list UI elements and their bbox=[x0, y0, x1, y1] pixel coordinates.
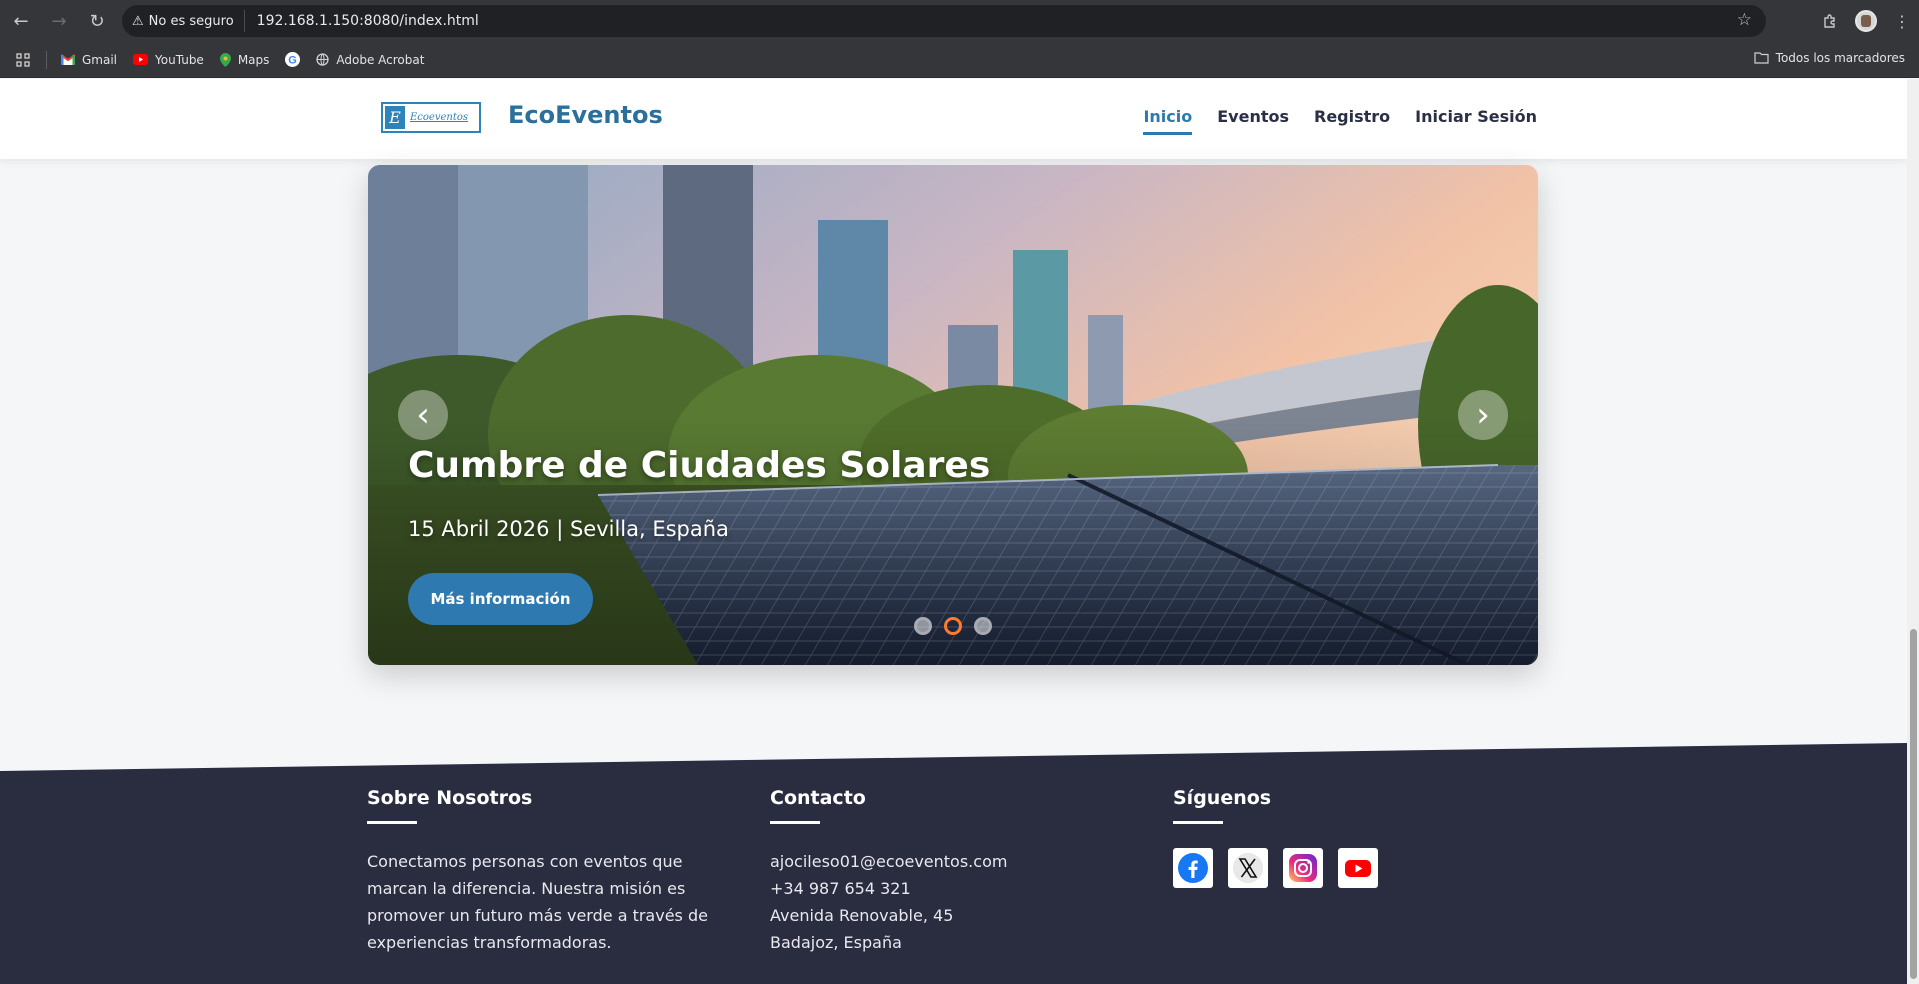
x-twitter-icon[interactable] bbox=[1228, 848, 1268, 888]
carousel-next-button[interactable]: › bbox=[1458, 390, 1508, 440]
footer-about-title: Sobre Nosotros bbox=[367, 787, 533, 809]
footer-contact: Contacto ajocileso01@ecoeventos.com +34 … bbox=[770, 787, 1130, 956]
footer-divider bbox=[770, 821, 820, 824]
menu-icon[interactable]: ⋮ bbox=[1885, 4, 1919, 38]
carousel-dot-1[interactable] bbox=[914, 617, 932, 635]
nav-iniciar-sesion[interactable]: Iniciar Sesión bbox=[1415, 107, 1537, 135]
all-bookmarks-label: Todos los marcadores bbox=[1775, 51, 1905, 65]
footer-contact-title: Contacto bbox=[770, 787, 866, 809]
hero-subtitle: 15 Abril 2026 | Sevilla, España bbox=[408, 517, 729, 541]
forward-button[interactable]: → bbox=[42, 4, 76, 38]
hero-title: Cumbre de Ciudades Solares bbox=[408, 445, 991, 486]
hero-carousel: ‹ › Cumbre de Ciudades Solares 15 Abril … bbox=[368, 165, 1538, 665]
bookmarks-bar: Gmail YouTube Maps G Adobe Acrobat Todos… bbox=[0, 42, 1919, 78]
bookmark-label: Gmail bbox=[82, 52, 118, 67]
nav-registro[interactable]: Registro bbox=[1314, 107, 1390, 135]
globe-icon bbox=[316, 53, 330, 66]
contact-phone: +34 987 654 321 bbox=[770, 879, 911, 898]
url-text[interactable]: 192.168.1.150:8080/index.html bbox=[257, 13, 479, 29]
site-header: E Ecoeventos EcoEventos Inicio Eventos R… bbox=[0, 79, 1907, 159]
footer-social-title: Síguenos bbox=[1173, 787, 1272, 809]
scrollbar-thumb[interactable] bbox=[1910, 629, 1917, 979]
address-bar[interactable]: ⚠ No es seguro 192.168.1.150:8080/index.… bbox=[122, 5, 1766, 37]
contact-email[interactable]: ajocileso01@ecoeventos.com bbox=[770, 848, 1130, 875]
footer-about-text: Conectamos personas con eventos que marc… bbox=[367, 852, 708, 952]
brand-name[interactable]: EcoEventos bbox=[508, 101, 663, 129]
footer-divider bbox=[367, 821, 417, 824]
all-bookmarks[interactable]: Todos los marcadores bbox=[1754, 51, 1905, 65]
instagram-icon[interactable] bbox=[1283, 848, 1323, 888]
extensions-icon[interactable] bbox=[1813, 4, 1847, 38]
warning-icon: ⚠ bbox=[132, 13, 144, 29]
back-button[interactable]: ← bbox=[4, 4, 38, 38]
bookmark-youtube[interactable]: YouTube bbox=[133, 53, 204, 67]
carousel-dot-2[interactable] bbox=[944, 617, 962, 635]
bookmark-separator bbox=[46, 50, 47, 69]
bookmark-star-icon[interactable]: ☆ bbox=[1737, 10, 1752, 30]
bookmark-label: Maps bbox=[237, 52, 270, 67]
site-logo[interactable]: E Ecoeventos bbox=[381, 102, 481, 133]
facebook-icon[interactable] bbox=[1173, 848, 1213, 888]
nav-eventos[interactable]: Eventos bbox=[1217, 107, 1289, 135]
page-viewport: E Ecoeventos EcoEventos Inicio Eventos R… bbox=[0, 79, 1907, 984]
footer-divider bbox=[1173, 821, 1223, 824]
maps-pin-icon bbox=[219, 52, 231, 67]
nav-inicio[interactable]: Inicio bbox=[1143, 107, 1193, 135]
more-info-button[interactable]: Más información bbox=[408, 573, 593, 625]
gmail-icon bbox=[61, 54, 75, 65]
carousel-dot-3[interactable] bbox=[974, 617, 992, 635]
bookmark-gmail[interactable]: Gmail bbox=[61, 53, 117, 67]
carousel-prev-button[interactable]: ‹ bbox=[398, 390, 448, 440]
folder-icon bbox=[1754, 52, 1769, 64]
google-icon: G bbox=[285, 52, 301, 67]
main-nav: Inicio Eventos Registro Iniciar Sesión bbox=[1143, 107, 1537, 135]
bookmark-label: Adobe Acrobat bbox=[336, 52, 425, 67]
security-label: No es seguro bbox=[148, 13, 234, 29]
security-indicator[interactable]: ⚠ No es seguro bbox=[132, 10, 245, 32]
footer-about: Sobre Nosotros Conectamos personas con e… bbox=[367, 787, 727, 956]
apps-icon[interactable] bbox=[16, 52, 30, 67]
contact-city: Badajoz, España bbox=[770, 933, 902, 952]
logo-text: Ecoeventos bbox=[410, 112, 469, 123]
social-links bbox=[1173, 848, 1533, 888]
browser-toolbar: ← → ↻ ⚠ No es seguro 192.168.1.150:8080/… bbox=[0, 0, 1919, 42]
bookmark-maps[interactable]: Maps bbox=[219, 52, 270, 67]
bookmark-google[interactable]: G bbox=[285, 52, 301, 67]
youtube-icon bbox=[133, 54, 149, 65]
contact-address: Avenida Renovable, 45 bbox=[770, 906, 954, 925]
footer-social: Síguenos bbox=[1173, 787, 1533, 888]
site-footer: Sobre Nosotros Conectamos personas con e… bbox=[0, 743, 1907, 984]
svg-text:G: G bbox=[289, 55, 298, 67]
carousel-indicators bbox=[914, 617, 992, 635]
profile-avatar[interactable] bbox=[1855, 10, 1877, 32]
bookmark-label: YouTube bbox=[155, 52, 204, 67]
bookmark-adobe-acrobat[interactable]: Adobe Acrobat bbox=[316, 53, 424, 67]
page-scrollbar[interactable] bbox=[1907, 79, 1919, 984]
reload-button[interactable]: ↻ bbox=[80, 4, 114, 38]
youtube-icon[interactable] bbox=[1338, 848, 1378, 888]
logo-letter: E bbox=[385, 106, 405, 129]
